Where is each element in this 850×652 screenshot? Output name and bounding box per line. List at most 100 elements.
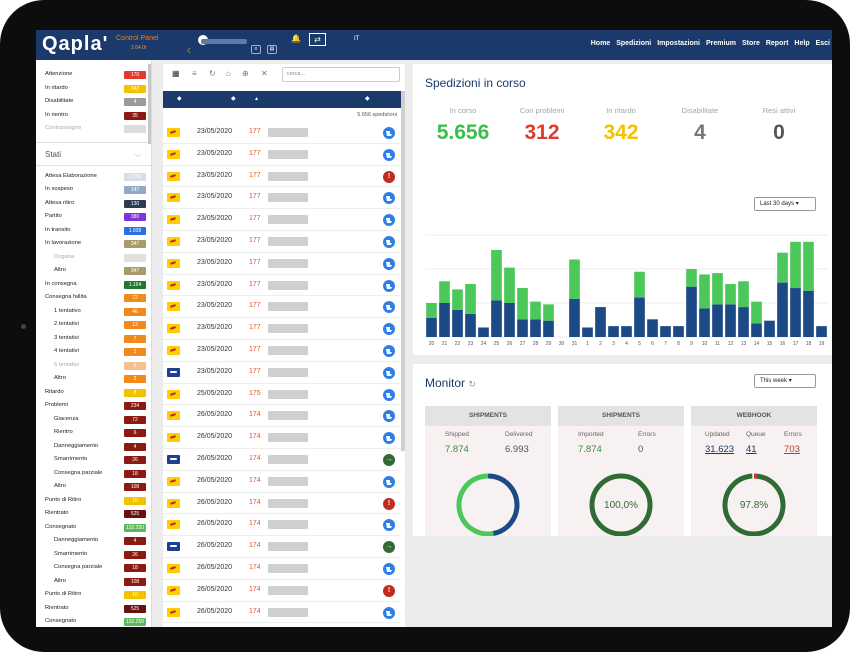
table-row[interactable]: 23/05/2020 177 [163, 318, 401, 340]
bar[interactable] [582, 327, 593, 337]
bar[interactable] [699, 274, 710, 309]
refresh-icon[interactable]: ↻ [468, 379, 476, 389]
sidebar-item[interactable]: Smarrimento 26 [36, 548, 151, 562]
sort-icon[interactable]: ▴ [255, 95, 258, 102]
sidebar-item[interactable]: Punto di Ritiro 10 [36, 588, 151, 602]
info-icon[interactable] [383, 562, 395, 575]
alert-icon[interactable]: ! [383, 170, 395, 183]
info-icon[interactable] [383, 127, 395, 139]
bar[interactable] [751, 323, 762, 337]
sidebar-item[interactable]: Danneggiamento 4 [36, 534, 151, 548]
sidebar-item[interactable]: Rientrato 525 [36, 507, 151, 521]
table-row[interactable]: 26/05/2020 174 → [163, 536, 401, 558]
info-icon[interactable] [383, 192, 395, 205]
bar[interactable] [595, 307, 606, 337]
sidebar-item[interactable]: 2 tentativi 12 [36, 318, 151, 332]
bar[interactable] [790, 288, 801, 337]
bar[interactable] [660, 326, 671, 337]
table-row[interactable]: 23/05/2020 177 [163, 362, 401, 384]
sidebar-item[interactable]: Dogana [36, 251, 151, 265]
bar[interactable] [504, 267, 515, 303]
bar[interactable] [452, 309, 463, 337]
info-icon[interactable] [383, 475, 395, 488]
sidebar-item[interactable]: Rientrato 525 [36, 602, 151, 616]
bar[interactable] [712, 273, 723, 305]
sidebar-item[interactable]: Altro 347 [36, 264, 151, 278]
table-row[interactable]: 23/05/2020 177 [163, 231, 401, 253]
info-icon[interactable] [383, 432, 395, 445]
bar[interactable] [530, 319, 541, 337]
sidebar-item[interactable]: 3 tentativi 7 [36, 332, 151, 346]
sidebar-item[interactable]: Attesa ritiro 130 [36, 197, 151, 211]
info-icon[interactable] [383, 148, 395, 161]
nav-item-esci[interactable]: Esci [816, 40, 830, 47]
home-icon[interactable]: ⌂ [226, 69, 231, 78]
bar[interactable] [426, 317, 437, 337]
sidebar-item[interactable]: Consegna fallita 72 [36, 291, 151, 305]
nav-item-help[interactable]: Help [794, 40, 809, 47]
sidebar-item[interactable]: Altro 108 [36, 480, 151, 494]
sidebar-item[interactable]: Consegnato 132.250 [36, 615, 151, 627]
sidebar-item[interactable]: Consegna parziale 18 [36, 467, 151, 481]
language-selector[interactable]: IT [354, 36, 359, 42]
bar[interactable] [543, 304, 554, 321]
bar[interactable] [764, 320, 775, 337]
bar[interactable] [777, 282, 788, 337]
info-icon[interactable] [383, 344, 395, 357]
bar[interactable] [569, 259, 580, 299]
alert-icon[interactable]: ! [383, 584, 395, 597]
table-row[interactable]: 26/05/2020 174 [163, 514, 401, 537]
bar[interactable] [803, 241, 814, 291]
arrow-right-icon[interactable]: → [383, 541, 395, 554]
bar[interactable] [777, 252, 788, 283]
nav-item-report[interactable]: Report [766, 40, 789, 47]
bar[interactable] [634, 297, 645, 337]
table-row[interactable]: 23/05/2020 177! [163, 166, 401, 188]
qapla-logo[interactable]: Qapla' [42, 33, 108, 56]
list-view-icon[interactable]: ≡ [192, 69, 197, 78]
zoom-icon[interactable]: ⊕ [242, 69, 249, 78]
arrow-right-icon[interactable]: → [383, 453, 395, 466]
bar[interactable] [803, 290, 814, 337]
bar[interactable] [517, 288, 528, 320]
sidebar-item[interactable]: Punto di Ritiro 10 [36, 494, 151, 508]
info-icon[interactable] [383, 388, 395, 401]
nav-item-premium[interactable]: Premium [706, 40, 736, 47]
bar[interactable] [673, 326, 684, 337]
sidebar-item[interactable]: 4 tentativi 1 [36, 345, 151, 359]
sidebar-item[interactable]: Problemi 234 [36, 399, 151, 413]
bar[interactable] [452, 289, 463, 310]
bar[interactable] [439, 281, 450, 303]
range-select[interactable]: Last 30 days ▾ [754, 197, 816, 211]
bar[interactable] [738, 281, 749, 308]
bar[interactable] [491, 249, 502, 301]
sort-icon[interactable]: ◆ [231, 95, 236, 102]
bar[interactable] [699, 308, 710, 337]
table-row[interactable]: 23/05/2020 177 [163, 296, 401, 319]
sidebar-scrollbar[interactable] [148, 64, 151, 144]
table-row[interactable]: 23/05/2020 177 [163, 340, 401, 362]
bar[interactable] [712, 304, 723, 337]
sidebar-item[interactable]: Attesa Elaborazione 1.206 [36, 170, 151, 184]
sidebar-item[interactable]: 1 tentativo 46 [36, 305, 151, 319]
sidebar-item[interactable]: In lavorazione 347 [36, 237, 151, 251]
sidebar-item[interactable]: Altro 2 [36, 372, 151, 386]
sidebar-item[interactable]: Attenzione 170 [36, 68, 151, 82]
bar[interactable] [686, 269, 697, 287]
info-icon[interactable] [383, 366, 395, 379]
nav-item-impostazioni[interactable]: Impostazioni [657, 40, 700, 47]
bar[interactable] [790, 241, 801, 289]
table-row[interactable]: 23/05/2020 177 [163, 187, 401, 210]
sort-icon[interactable]: ◆ [177, 95, 182, 102]
bar[interactable] [725, 304, 736, 337]
bar[interactable] [621, 326, 632, 337]
info-icon[interactable] [383, 279, 395, 292]
sidebar-item[interactable]: Rientro 6 [36, 426, 151, 440]
table-row[interactable]: 26/05/2020 174! [163, 493, 401, 515]
sidebar-item[interactable]: Altro 108 [36, 575, 151, 589]
nav-item-home[interactable]: Home [591, 40, 610, 47]
sidebar-item[interactable]: Consegna parziale 18 [36, 561, 151, 575]
sidebar-item[interactable]: Smarrimento 26 [36, 453, 151, 467]
calendar-icon[interactable]: ▤ [267, 45, 277, 54]
table-row[interactable]: 23/05/2020 177 [163, 122, 401, 144]
